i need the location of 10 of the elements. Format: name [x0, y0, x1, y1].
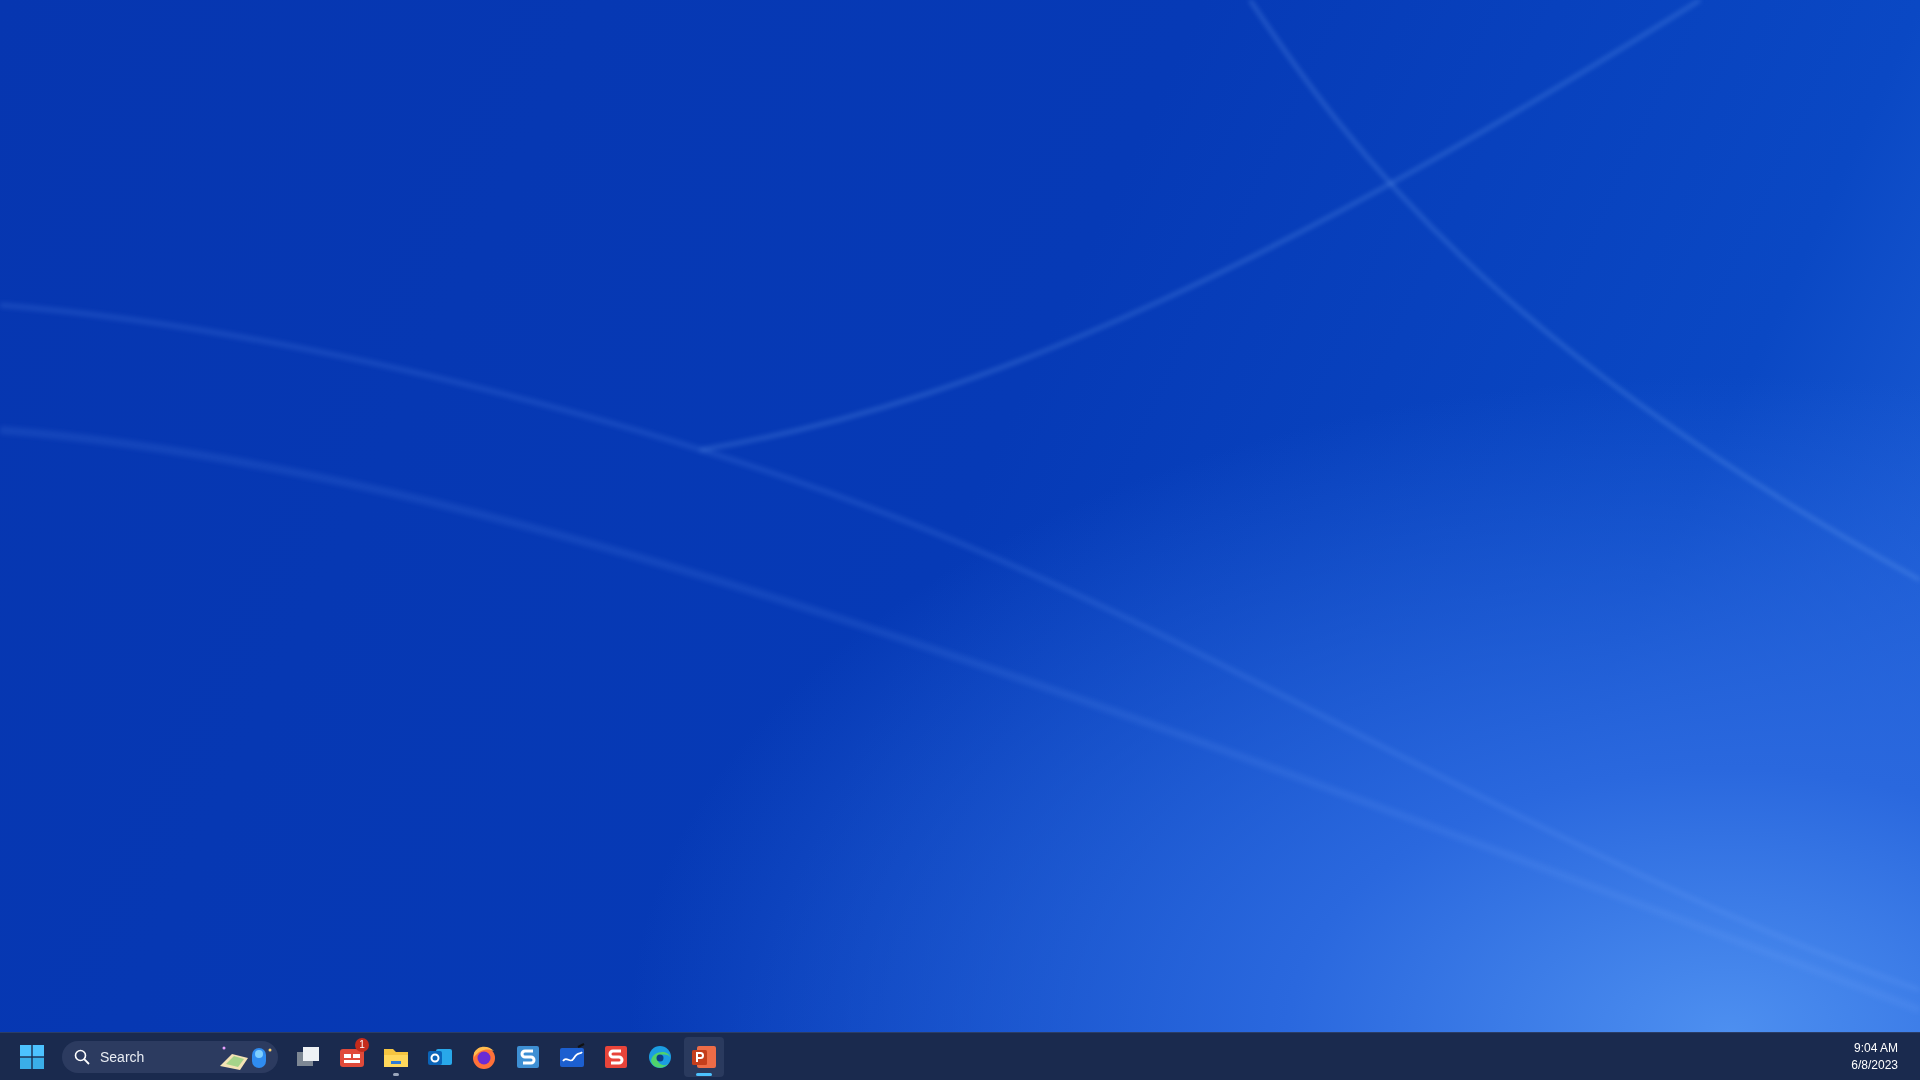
taskbar-app-button[interactable]: 1	[332, 1036, 372, 1077]
windows-logo-icon	[20, 1044, 44, 1069]
search-icon	[74, 1048, 90, 1065]
taskbar-app-button[interactable]	[684, 1036, 724, 1077]
search-bar[interactable]: Search	[62, 1040, 278, 1073]
clock-time: 9:04 AM	[1853, 1039, 1898, 1057]
clock[interactable]: 9:04 AM 6/8/2023	[1841, 1039, 1920, 1074]
notification-badge: 1	[355, 1037, 369, 1052]
clock-date: 6/8/2023	[1851, 1056, 1898, 1074]
search-field[interactable]: Search	[100, 1048, 190, 1065]
